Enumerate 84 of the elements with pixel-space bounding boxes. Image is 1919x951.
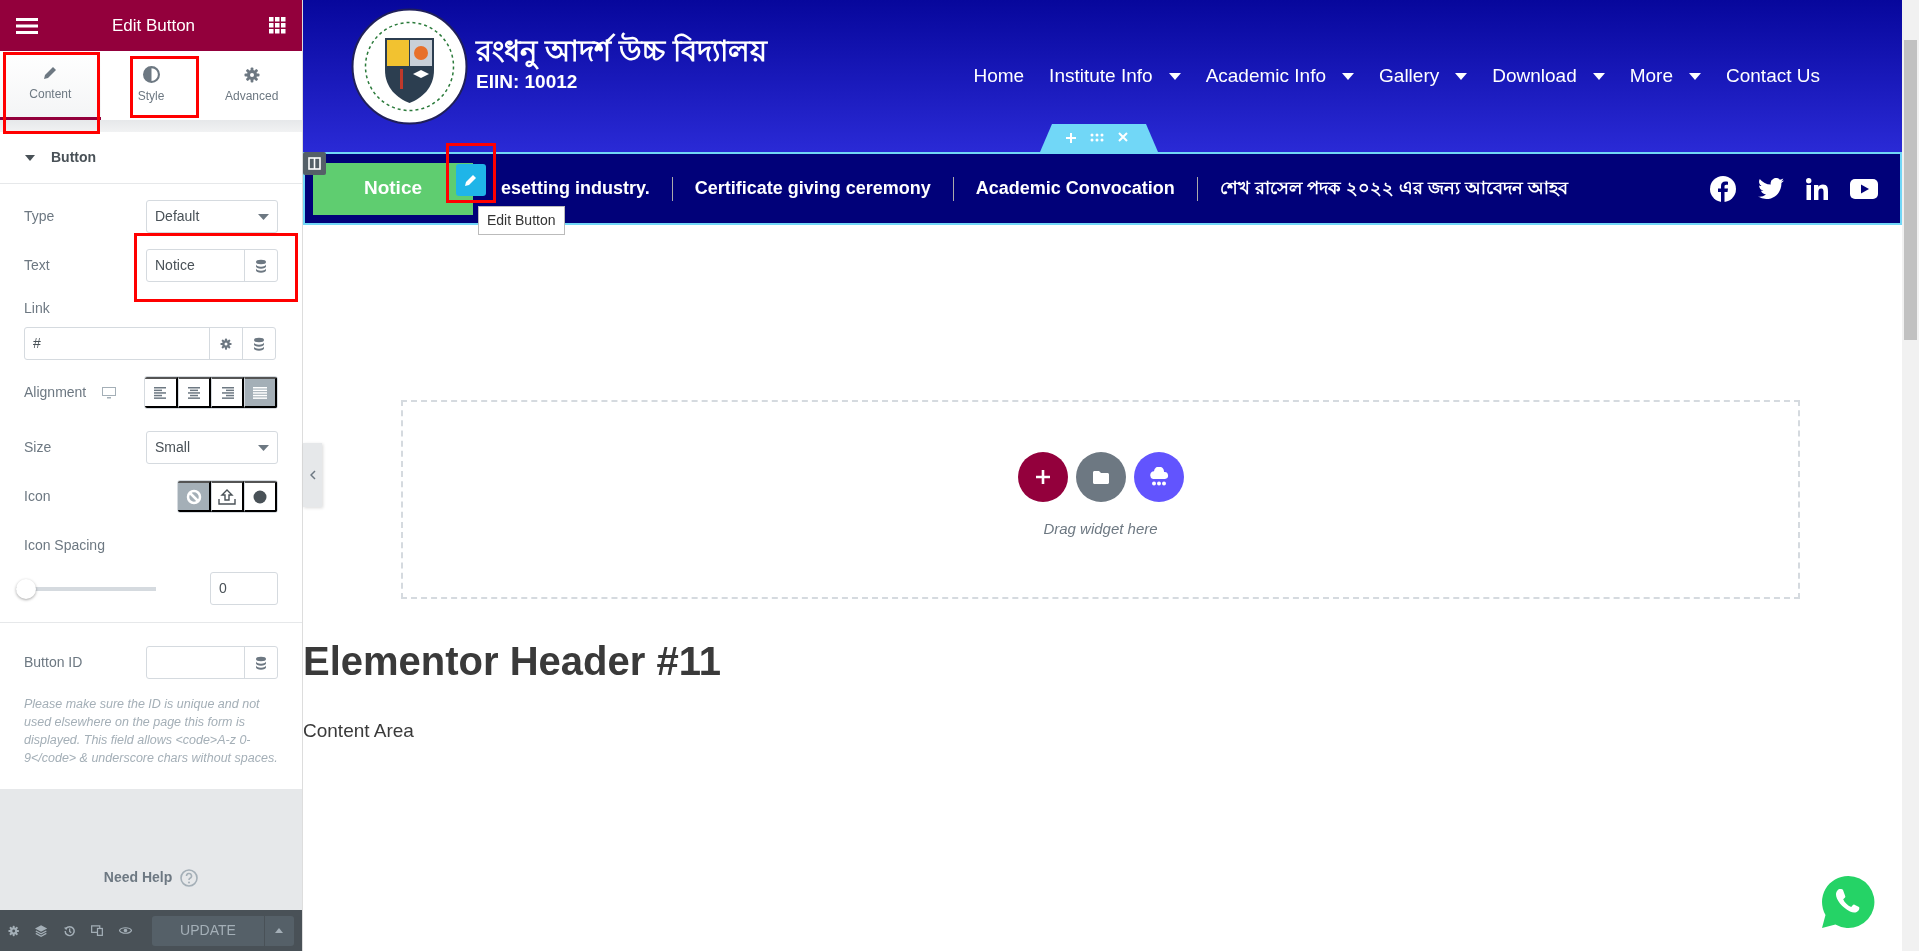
- field-label: Link: [24, 299, 51, 318]
- slider-thumb[interactable]: [16, 578, 36, 599]
- nav-link[interactable]: Home: [973, 61, 1025, 91]
- database-icon: [253, 336, 265, 351]
- select-field[interactable]: Default: [146, 200, 278, 233]
- align-left-icon: [153, 386, 168, 399]
- gear-icon: [243, 66, 260, 83]
- facebook-icon[interactable]: [1710, 175, 1736, 202]
- choice-button[interactable]: [145, 377, 178, 408]
- youtube-icon[interactable]: [1850, 178, 1878, 199]
- select-field[interactable]: Small: [146, 431, 278, 464]
- align-justify-icon: [253, 386, 267, 399]
- ticker-item: esetting industry.: [501, 177, 650, 200]
- caret-up-icon: [275, 928, 284, 933]
- text-input-field[interactable]: [146, 646, 278, 679]
- nav-link[interactable]: Gallery: [1379, 61, 1468, 91]
- nav-link[interactable]: Contact Us: [1726, 61, 1820, 91]
- cloud-icon: [1148, 467, 1169, 488]
- text-input-field[interactable]: Notice: [146, 249, 278, 282]
- responsive-icon[interactable]: [90, 924, 103, 937]
- align-right-icon: [220, 386, 234, 399]
- field-label: Alignment: [24, 383, 87, 402]
- choice-button[interactable]: [244, 481, 277, 512]
- dropdown-caret-icon: [258, 444, 269, 451]
- eye-icon[interactable]: [119, 925, 132, 936]
- choice-group[interactable]: [144, 376, 278, 409]
- nav-link[interactable]: Download: [1492, 61, 1605, 91]
- url-input-field[interactable]: #: [24, 327, 276, 360]
- help-link[interactable]: Need Help: [103, 867, 199, 888]
- choice-button[interactable]: [244, 377, 277, 408]
- panel-collapse-handle[interactable]: [303, 443, 322, 507]
- circle-icon: [253, 489, 267, 504]
- menu-icon[interactable]: [16, 17, 38, 34]
- folder-icon: [1092, 470, 1109, 484]
- choice-group[interactable]: [177, 480, 278, 513]
- database-icon: [255, 258, 267, 273]
- nav-link[interactable]: Institute Info: [1049, 61, 1181, 91]
- contrast-icon: [142, 66, 160, 83]
- gear-icon: [220, 337, 232, 350]
- field-label: Text: [24, 256, 50, 275]
- eiin-number: EIIN: 10012: [476, 70, 579, 94]
- upload-icon: [218, 488, 236, 505]
- field-label: Button ID: [24, 653, 83, 672]
- ban-icon: [185, 488, 202, 505]
- body-text: Content Area: [303, 719, 415, 743]
- choice-button[interactable]: [178, 481, 211, 512]
- linkedin-icon[interactable]: [1806, 177, 1828, 200]
- section-handle[interactable]: [1040, 124, 1158, 152]
- page-heading: Elementor Header #11: [303, 638, 722, 685]
- widgets-grid-icon[interactable]: [269, 17, 286, 34]
- twitter-icon[interactable]: [1758, 177, 1784, 200]
- choice-button[interactable]: [211, 481, 244, 512]
- field-label: Type: [24, 207, 55, 226]
- scrollbar-thumb[interactable]: [1904, 40, 1917, 340]
- pencil-icon: [464, 173, 478, 187]
- field-label: Icon Spacing: [24, 536, 106, 555]
- ticker-item: Certificate giving ceremony: [694, 177, 931, 200]
- field-description: Please make sure the ID is unique and not used elsewhere on the page this form is displayed. This field allows <code>A-z 0-9</code> & underscore chars without spaces.: [24, 696, 278, 767]
- nav-link[interactable]: More: [1629, 61, 1701, 91]
- drop-zone[interactable]: Drag widget here: [401, 400, 1800, 599]
- database-icon: [255, 655, 267, 670]
- nav-link[interactable]: Academic Info: [1205, 61, 1355, 91]
- history-icon[interactable]: [63, 923, 75, 938]
- chevron-left-icon: [309, 470, 316, 480]
- plus-icon: [1035, 470, 1050, 485]
- panel-title: Edit Button: [111, 14, 196, 37]
- question-icon: [180, 868, 199, 887]
- settings-icon[interactable]: [8, 923, 20, 938]
- tooltip: Edit Button: [478, 206, 565, 235]
- ticker-item: শেখ রাসেল পদক ২০২২ এর জন্য আবেদন আহব: [1219, 177, 1568, 200]
- field-label: Size: [24, 438, 52, 457]
- drop-hint: Drag widget here: [1043, 519, 1158, 540]
- dropdown-caret-icon: [258, 213, 269, 220]
- field-label: Icon: [24, 487, 51, 506]
- number-input-field[interactable]: 0: [210, 572, 278, 605]
- align-center-icon: [187, 386, 201, 399]
- column-handle[interactable]: [303, 152, 326, 175]
- choice-button[interactable]: [178, 377, 211, 408]
- layers-icon[interactable]: [35, 923, 48, 938]
- section-title: Button: [51, 148, 97, 167]
- choice-button[interactable]: [211, 377, 244, 408]
- pencil-icon: [42, 65, 59, 81]
- caret-icon[interactable]: [25, 154, 35, 161]
- ticker-item: Academic Convocation: [975, 177, 1175, 200]
